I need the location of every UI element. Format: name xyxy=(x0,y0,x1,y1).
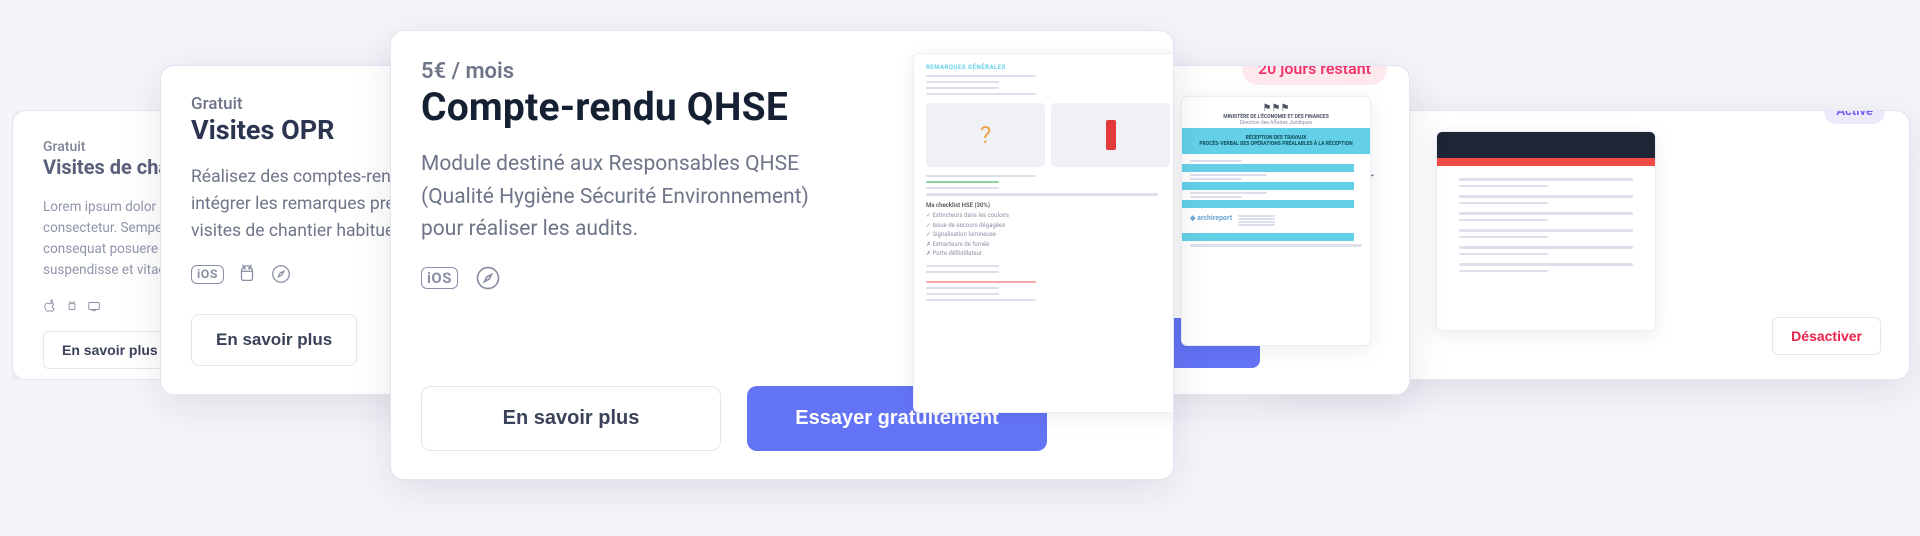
trial-remaining-badge: 20 jours restant xyxy=(1242,65,1387,85)
card-description: Module destiné aux Responsables QHSE (Qu… xyxy=(421,148,851,246)
preview-banner-sub: PROCÈS-VERBAL DES OPÉRATIONS PRÉALABLES … xyxy=(1199,141,1352,147)
document-preview xyxy=(1436,131,1656,331)
preview-brand: archireport xyxy=(1197,214,1232,222)
module-card-compte-rendu-qhse: 5€ / mois Compte-rendu QHSE Module desti… xyxy=(390,30,1174,480)
card-title: Compte-rendu QHSE xyxy=(421,84,851,130)
report-preview: REMARQUES GÉNÉRALES ? Ma checklist HSE (… xyxy=(913,53,1174,413)
android-icon xyxy=(65,299,79,313)
document-preview: ⚑⚑⚑ MINISTÈRE DE L'ÉCONOMIE ET DES FINAN… xyxy=(1181,96,1371,346)
safari-icon xyxy=(270,263,292,285)
learn-more-button[interactable]: En savoir plus xyxy=(191,314,357,366)
ios-icon: iOS xyxy=(421,267,458,289)
deactivate-button[interactable]: Désactiver xyxy=(1772,317,1881,355)
preview-subheader: Direction des Affaires Juridiques xyxy=(1188,120,1364,126)
apple-icon xyxy=(43,299,57,313)
safari-icon xyxy=(474,264,502,292)
learn-more-button[interactable]: En savoir plus xyxy=(43,331,177,369)
preview-checklist-title: Ma checklist HSE (30%) xyxy=(926,202,1170,209)
status-active-badge: Activé xyxy=(1824,110,1885,124)
preview-section-title: REMARQUES GÉNÉRALES xyxy=(926,64,1170,71)
web-icon xyxy=(87,299,101,313)
ios-icon: iOS xyxy=(191,265,224,284)
price-label: 5€ / mois xyxy=(421,59,851,84)
android-icon xyxy=(236,263,258,285)
learn-more-button[interactable]: En savoir plus xyxy=(421,386,721,451)
